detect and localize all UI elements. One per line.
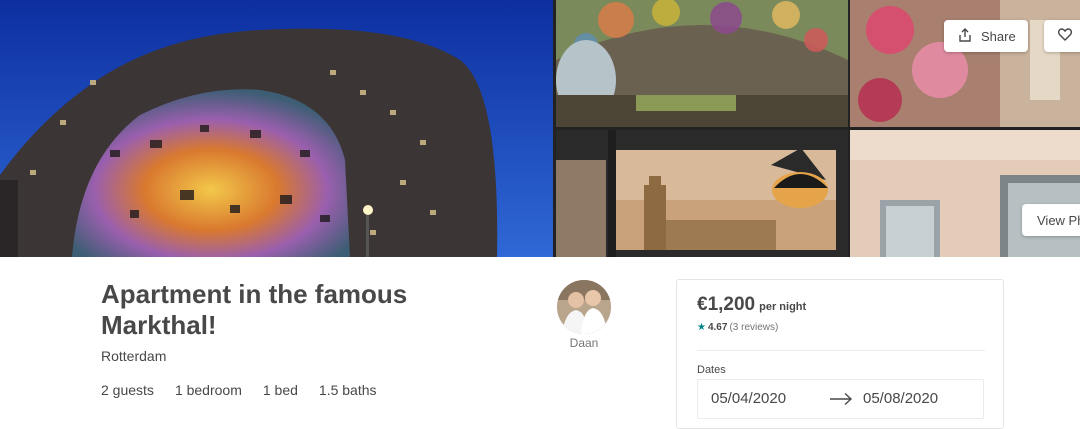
host-avatar[interactable]	[557, 280, 611, 334]
arrow-right-icon	[829, 392, 853, 406]
check-in-date[interactable]: 05/04/2020	[711, 390, 786, 407]
nightly-price: €1,200	[697, 294, 756, 315]
view-photos-button[interactable]: View Photos	[1022, 204, 1080, 236]
interior-photo-1[interactable]	[556, 0, 848, 127]
check-out-date[interactable]: 05/08/2020	[863, 390, 938, 407]
heart-icon	[1057, 28, 1073, 44]
save-button[interactable]	[1044, 20, 1080, 52]
beds-count: 1 bed	[262, 382, 298, 398]
listing-summary: 2 guests 1 bedroom 1 bed 1.5 baths	[101, 382, 377, 398]
dates-picker[interactable]: 05/04/2020 05/08/2020	[697, 379, 984, 419]
host-name: Daan	[569, 336, 599, 350]
main-photo[interactable]	[0, 0, 553, 257]
booking-card: €1,200 per night ★ 4.67 (3 reviews) Date…	[676, 279, 1004, 429]
rating-row: ★ 4.67 (3 reviews)	[697, 322, 778, 333]
divider	[697, 350, 985, 351]
rating-value: 4.67	[707, 322, 728, 333]
listing-title: Apartment in the famous Markthal!	[101, 279, 408, 340]
price-row: €1,200 per night	[697, 294, 806, 316]
per-night-label: per night	[759, 301, 807, 313]
host-profile[interactable]: Daan	[556, 280, 612, 350]
baths-count: 1.5 baths	[318, 382, 377, 398]
star-icon: ★	[697, 322, 706, 333]
listing-location: Rotterdam	[101, 348, 167, 364]
guests-count: 2 guests	[101, 382, 154, 398]
photo-gallery: Share View Photos	[0, 0, 1080, 257]
share-button[interactable]: Share	[944, 20, 1028, 52]
reviews-link[interactable]: (3 reviews)	[729, 322, 778, 333]
window-view-photo[interactable]	[556, 130, 848, 257]
dates-label: Dates	[697, 364, 726, 376]
room-photo[interactable]	[850, 130, 1080, 257]
bedrooms-count: 1 bedroom	[174, 382, 242, 398]
share-icon	[958, 27, 972, 45]
share-label: Share	[981, 28, 1016, 44]
